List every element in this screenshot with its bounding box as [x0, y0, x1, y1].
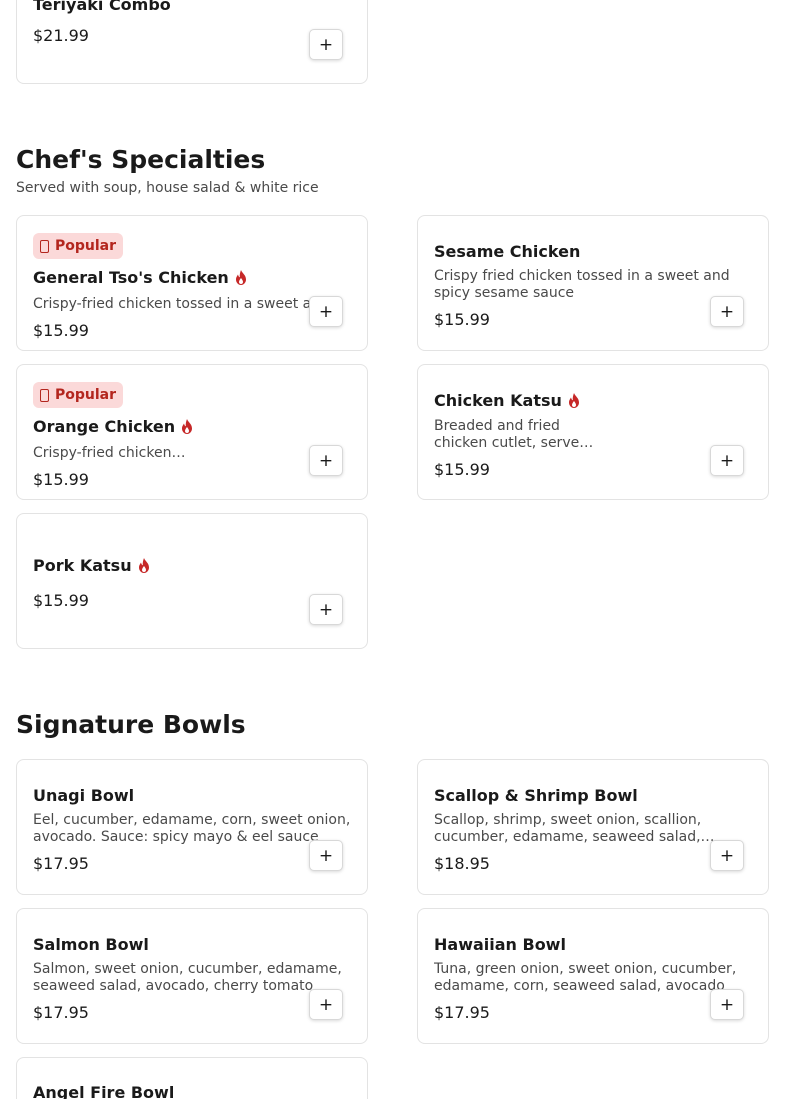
badge-label: Popular [55, 387, 117, 403]
item-price: $15.99 [434, 310, 490, 329]
item-description: Breaded and fried chicken cutlet, serve… [434, 418, 594, 451]
item-title: Pork Katsu [33, 556, 150, 575]
item-title: Hawaiian Bowl [434, 935, 566, 954]
item-title: Salmon Bowl [33, 935, 149, 954]
item-price: $15.99 [33, 321, 89, 340]
menu-item-card[interactable]: Angel Fire Bowl [16, 1057, 368, 1099]
menu-item-card[interactable]: Unagi Bowl Eel, cucumber, edamame, corn,… [16, 759, 368, 895]
add-to-cart-button[interactable]: + [309, 840, 343, 871]
section-title: Signature Bowls [16, 710, 246, 739]
item-price: $15.99 [33, 591, 89, 610]
popular-icon [40, 239, 49, 253]
menu-item-card[interactable]: Scallop & Shrimp Bowl Scallop, shrimp, s… [417, 759, 769, 895]
add-to-cart-button[interactable]: + [309, 445, 343, 476]
menu-item-card[interactable]: Pork Katsu $15.99 + [16, 513, 368, 649]
item-title-text: General Tso's Chicken [33, 268, 229, 287]
item-price: $18.95 [434, 854, 490, 873]
item-title: Chicken Katsu [434, 391, 580, 410]
section-subtitle: Served with soup, house salad & white ri… [16, 180, 319, 196]
flame-icon [181, 419, 193, 434]
item-description: Tuna, green onion, sweet onion, cucumber… [434, 961, 737, 994]
item-title-text: Chicken Katsu [434, 391, 562, 410]
item-description: Scallop, shrimp, sweet onion, scallion, … [434, 812, 715, 845]
item-description: Crispy-fried chicken… [33, 445, 186, 461]
popular-badge: Popular [33, 382, 124, 408]
item-description: Crispy-fried chicken tossed in a sweet a [33, 296, 312, 312]
item-title: Teriyaki Combo [33, 0, 171, 14]
item-title: Unagi Bowl [33, 786, 135, 805]
menu-item-card[interactable]: Popular General Tso's Chicken Crispy-fri… [16, 215, 368, 351]
menu-item-card[interactable]: Chicken Katsu Breaded and fried chicken … [417, 364, 769, 500]
add-to-cart-button[interactable]: + [710, 989, 744, 1020]
item-title: Sesame Chicken [434, 242, 581, 261]
add-to-cart-button[interactable]: + [309, 594, 343, 625]
flame-icon [138, 558, 150, 573]
add-to-cart-button[interactable]: + [710, 445, 744, 476]
menu-item-card[interactable]: Sesame Chicken Crispy fried chicken toss… [417, 215, 769, 351]
popular-icon [40, 388, 49, 402]
add-to-cart-button[interactable]: + [710, 296, 744, 327]
item-price: $17.95 [33, 854, 89, 873]
menu-item-card[interactable]: Salmon Bowl Salmon, sweet onion, cucumbe… [16, 908, 368, 1044]
section-title: Chef's Specialties [16, 145, 266, 174]
item-title: Orange Chicken [33, 417, 193, 436]
menu-item-card[interactable]: Hawaiian Bowl Tuna, green onion, sweet o… [417, 908, 769, 1044]
flame-icon [568, 393, 580, 408]
item-description: Salmon, sweet onion, cucumber, edamame, … [33, 961, 342, 994]
menu-item-card[interactable]: Popular Orange Chicken Crispy-fried chic… [16, 364, 368, 500]
item-price: $15.99 [33, 470, 89, 489]
menu-item-card[interactable]: Teriyaki Combo $21.99 + [16, 0, 368, 84]
add-to-cart-button[interactable]: + [710, 840, 744, 871]
item-title-text: Orange Chicken [33, 417, 176, 436]
item-price: $15.99 [434, 460, 490, 479]
item-description: Crispy fried chicken tossed in a sweet a… [434, 268, 730, 301]
flame-icon [235, 270, 247, 285]
item-price: $21.99 [33, 26, 89, 45]
item-title: General Tso's Chicken [33, 268, 247, 287]
add-to-cart-button[interactable]: + [309, 296, 343, 327]
item-title-text: Pork Katsu [33, 556, 132, 575]
add-to-cart-button[interactable]: + [309, 29, 343, 60]
item-price: $17.95 [434, 1003, 490, 1022]
popular-badge: Popular [33, 233, 124, 259]
item-title: Scallop & Shrimp Bowl [434, 786, 638, 805]
add-to-cart-button[interactable]: + [309, 989, 343, 1020]
badge-label: Popular [55, 238, 117, 254]
item-title: Angel Fire Bowl [33, 1083, 175, 1099]
item-price: $17.95 [33, 1003, 89, 1022]
